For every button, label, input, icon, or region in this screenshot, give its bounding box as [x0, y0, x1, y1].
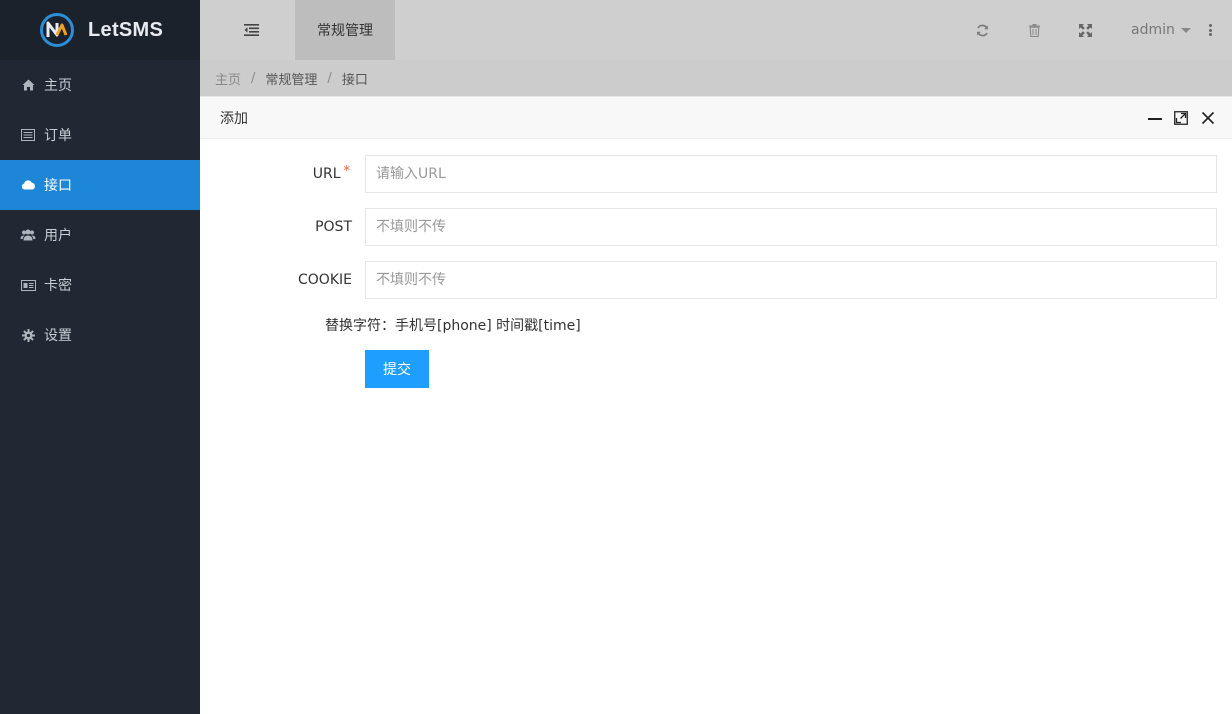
breadcrumb-general[interactable]: 常规管理	[265, 69, 317, 88]
required-mark: *	[343, 163, 351, 179]
close-icon[interactable]	[1200, 110, 1216, 126]
sidebar-item-users[interactable]: 用户	[0, 210, 200, 260]
trash-icon[interactable]	[1026, 22, 1042, 38]
username: admin	[1131, 22, 1175, 38]
replacement-hint: 替换字符：手机号[phone] 时间戳[time]	[325, 318, 581, 334]
sidebar-item-label: 设置	[44, 328, 72, 344]
maximize-icon[interactable]	[1173, 110, 1189, 126]
brand-name: LetSMS	[88, 18, 164, 41]
sidebar-item-settings[interactable]: 设置	[0, 310, 200, 360]
top-header: 常规管理 admin	[200, 0, 1232, 60]
form-row-cookie: COOKIE	[200, 261, 1232, 299]
add-dialog: 添加 URL * POST COOKIE 替换字符：手机号[phone] 时间戳…	[200, 96, 1232, 714]
dialog-titlebar: 添加	[200, 97, 1232, 139]
fullscreen-icon[interactable]	[1077, 22, 1093, 38]
url-label: URL *	[313, 155, 350, 193]
post-label: POST	[315, 219, 352, 235]
sidebar-item-cards[interactable]: 卡密	[0, 260, 200, 310]
tab-general-management[interactable]: 常规管理	[295, 0, 395, 60]
breadcrumb-home[interactable]: 主页	[215, 69, 241, 88]
cloud-icon	[20, 178, 36, 192]
sidebar-item-label: 订单	[44, 128, 72, 144]
sidebar-item-label: 主页	[44, 78, 72, 94]
users-icon	[20, 228, 36, 242]
card-icon	[20, 278, 36, 292]
cookie-input[interactable]	[365, 261, 1217, 299]
sidebar-item-label: 卡密	[44, 278, 72, 294]
more-vertical-icon[interactable]	[1206, 22, 1214, 38]
post-input[interactable]	[365, 208, 1217, 246]
home-icon	[20, 78, 36, 92]
gear-icon	[20, 328, 36, 342]
sidebar-item-home[interactable]: 主页	[0, 60, 200, 110]
form-row-url: URL *	[200, 155, 1232, 193]
chevron-down-icon	[1180, 27, 1191, 33]
form-row-post: POST	[200, 208, 1232, 246]
url-label-text: URL	[312, 166, 341, 182]
breadcrumb-separator: /	[251, 70, 256, 86]
logo[interactable]: LetSMS	[0, 0, 200, 60]
breadcrumb-separator: /	[327, 70, 332, 86]
sidebar-item-label: 用户	[44, 228, 72, 244]
menu-toggle-icon[interactable]	[240, 21, 262, 39]
letsms-logo-icon	[40, 13, 74, 47]
sidebar: LetSMS 主页 订单 接口 用户 卡密 设置	[0, 0, 200, 714]
breadcrumb-current: 接口	[341, 72, 368, 88]
url-input[interactable]	[365, 155, 1217, 193]
breadcrumb: 主页 / 常规管理 / 接口	[200, 60, 1232, 96]
minimize-icon[interactable]	[1147, 110, 1163, 126]
sidebar-item-interface[interactable]: 接口	[0, 160, 200, 210]
submit-button[interactable]: 提交	[365, 350, 429, 388]
dialog-title: 添加	[220, 110, 248, 127]
sidebar-item-label: 接口	[44, 178, 72, 194]
sidebar-item-orders[interactable]: 订单	[0, 110, 200, 160]
refresh-icon[interactable]	[974, 22, 990, 38]
cookie-label: COOKIE	[298, 272, 352, 288]
list-icon	[20, 128, 36, 142]
user-menu[interactable]: admin	[1131, 0, 1191, 60]
